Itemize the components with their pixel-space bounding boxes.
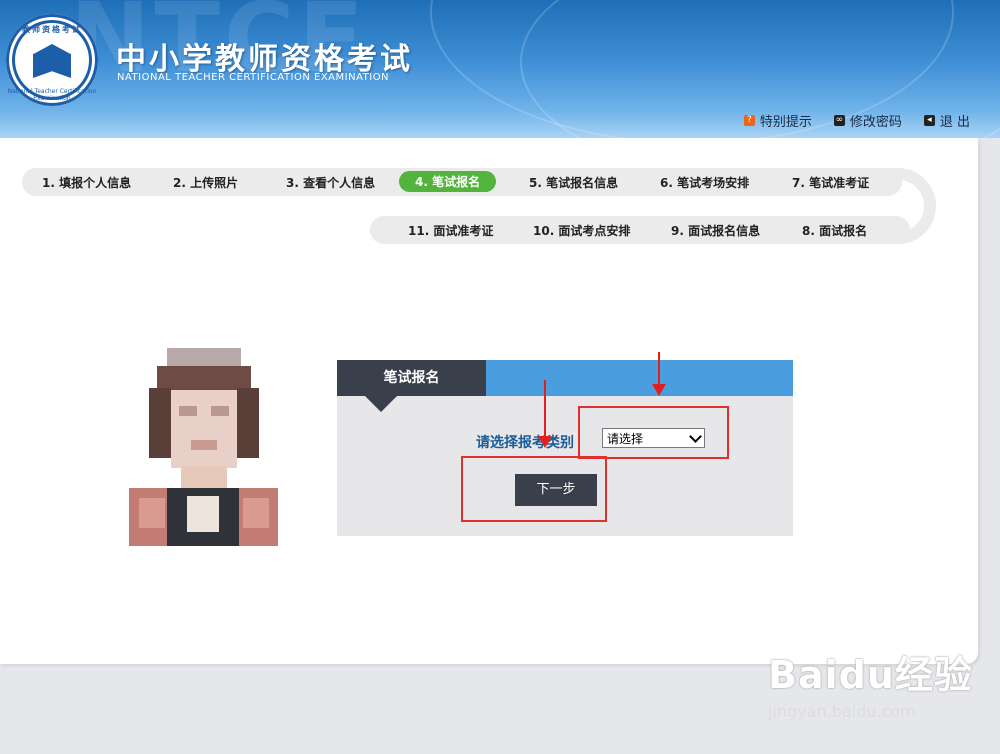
step-3[interactable]: 3. 查看个人信息: [286, 174, 375, 191]
site-header: NTCE 教师资格考试 National Teacher Certificati…: [0, 0, 1000, 138]
step-4-active[interactable]: 4. 笔试报名: [399, 171, 497, 192]
book-icon: [33, 44, 71, 78]
highlight-box-next: [461, 456, 607, 522]
logout-link[interactable]: ◂ 退 出: [923, 111, 970, 130]
tab-written-exam[interactable]: 笔试报名: [337, 360, 486, 412]
highlight-box-select: [578, 406, 729, 459]
special-notice-label: 特别提示: [759, 115, 812, 130]
change-password-link[interactable]: ∞ 修改密码: [833, 111, 902, 130]
ntce-logo: 教师资格考试 National Teacher Certification Ex…: [6, 14, 98, 106]
step-9[interactable]: 9. 面试报名信息: [671, 222, 760, 239]
special-notice-link[interactable]: ? 特别提示: [743, 111, 812, 130]
key-icon: ∞: [833, 115, 845, 126]
baidu-logo-text: Baidu经验: [768, 653, 973, 697]
logout-icon: ◂: [923, 115, 935, 126]
red-arrow-icon: [538, 380, 552, 448]
red-arrow-icon: [652, 352, 666, 396]
logout-label: 退 出: [939, 115, 970, 130]
change-password-label: 修改密码: [849, 115, 902, 130]
step-6[interactable]: 6. 笔试考场安排: [660, 174, 749, 191]
baidu-watermark: Baidu经验 jingyan.baidu.com: [768, 644, 973, 721]
step-5[interactable]: 5. 笔试报名信息: [529, 174, 618, 191]
step-8[interactable]: 8. 面试报名: [802, 222, 867, 239]
logo-top-text: 教师资格考试: [22, 25, 82, 34]
logo-bottom-text: National Teacher Certification Examinati…: [7, 88, 97, 102]
step-7[interactable]: 7. 笔试准考证: [792, 174, 869, 191]
pixelated-photo-icon: [129, 348, 278, 546]
step-10[interactable]: 10. 面试考点安排: [533, 222, 630, 239]
step-2[interactable]: 2. 上传照片: [173, 174, 238, 191]
category-label: 请选择报考类别: [476, 435, 574, 451]
baidu-url-text: jingyan.baidu.com: [768, 702, 916, 721]
site-subtitle: NATIONAL TEACHER CERTIFICATION EXAMINATI…: [117, 72, 390, 83]
alert-icon: ?: [743, 115, 755, 126]
step-1[interactable]: 1. 填报个人信息: [42, 174, 131, 191]
header-links: ? 特别提示 ∞ 修改密码 ◂ 退 出: [743, 111, 970, 130]
applicant-photo: [129, 348, 278, 546]
step-11[interactable]: 11. 面试准考证: [408, 222, 493, 239]
